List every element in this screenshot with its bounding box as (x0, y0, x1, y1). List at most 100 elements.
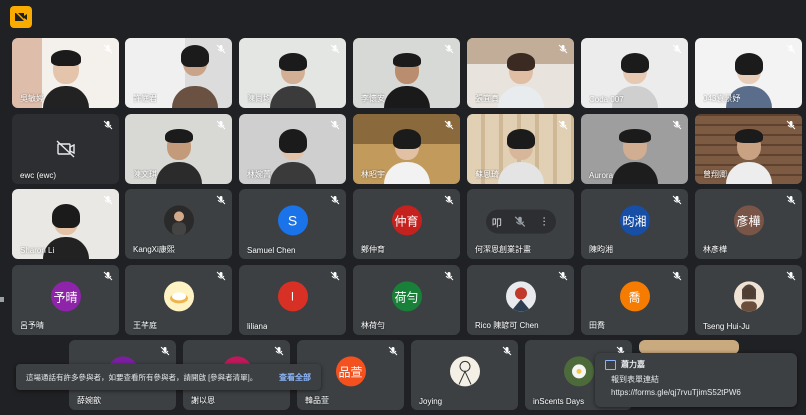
pin-button[interactable]: 叩 (492, 214, 502, 229)
participant-tile[interactable]: Sharon Li (12, 189, 119, 259)
mic-off-icon (786, 195, 796, 205)
participant-tile[interactable]: 仲育 鄭仲育 (353, 189, 460, 259)
avatar: 喬 (619, 281, 650, 312)
participant-video (383, 53, 430, 108)
more-options-button[interactable]: ⋮ (539, 216, 549, 227)
participant-name: Sharon Li (20, 246, 55, 255)
mic-off-icon (444, 44, 454, 54)
participant-tile[interactable]: 許庭君 (125, 38, 232, 108)
participant-video (269, 129, 316, 184)
participant-name: 李懷安 (361, 94, 385, 103)
avatar: 彥樺 (733, 205, 764, 236)
participant-video (497, 129, 544, 184)
participant-name: 呂予晴 (20, 321, 44, 330)
participant-tile[interactable]: Aurora (581, 114, 688, 184)
mic-off-icon (786, 120, 796, 130)
camera-off-icon (56, 140, 75, 158)
mic-off-icon (786, 44, 796, 54)
mute-mic-icon[interactable] (514, 216, 526, 228)
avatar: 仲育 (391, 205, 422, 236)
camera-off-indicator-icon[interactable] (10, 6, 32, 28)
participant-tile[interactable]: 曾翔卿 (695, 114, 802, 184)
participant-video (269, 53, 316, 108)
participant-tile[interactable]: 林昭宇 (353, 114, 460, 184)
participant-tile[interactable]: Coda 007 (581, 38, 688, 108)
participant-name: inScents Days (533, 397, 585, 406)
participant-name: 韓品萱 (305, 396, 329, 405)
participant-tile[interactable]: 李懷安 (353, 38, 460, 108)
mic-off-icon (330, 271, 340, 281)
participant-name: 許庭君 (133, 94, 157, 103)
participant-tile[interactable]: ewc (ewc) (12, 114, 119, 184)
avatar (505, 281, 536, 312)
mic-off-icon (103, 195, 113, 205)
avatar: 品萱 (335, 356, 366, 387)
participant-name: ewc (ewc) (20, 171, 57, 180)
participant-tile[interactable]: 蘇恩琦 (467, 114, 574, 184)
participant-name: 王芊庭 (133, 321, 157, 330)
participant-tile[interactable]: S Samuel Chen (239, 189, 346, 259)
participant-video (725, 129, 772, 184)
avatar: 昀湘 (619, 205, 650, 236)
avatar (163, 205, 194, 236)
participant-tile[interactable]: 張宜真 (467, 38, 574, 108)
participant-name: 蘇恩琦 (475, 170, 499, 179)
mic-off-icon (103, 271, 113, 281)
participant-video (497, 53, 544, 108)
participant-tile[interactable]: 叩 ⋮ 何潔恩創業計畫 (467, 189, 574, 259)
chat-link[interactable]: https://forms.gle/qj7rvuTjimS52tPW6 (611, 388, 787, 397)
avatar-initial: S (287, 212, 298, 229)
avatar-initial: 品萱 (338, 364, 363, 379)
participant-tile[interactable]: KangXi康熙 (125, 189, 232, 259)
participant-name: 043袁景妤 (703, 94, 741, 103)
mic-off-icon (330, 44, 340, 54)
participant-name: 謝以恩 (191, 396, 215, 405)
participant-tile[interactable]: 林婉菁 (239, 114, 346, 184)
participant-name: 林荷勻 (361, 321, 385, 330)
mic-off-icon (330, 120, 340, 130)
avatar-initial: 荷勻 (394, 289, 419, 304)
mic-off-icon (444, 271, 454, 281)
participant-name: Samuel Chen (247, 246, 296, 255)
avatar: 荷勻 (391, 281, 422, 312)
participant-tile[interactable]: 陳尚均 (239, 38, 346, 108)
participant-video (155, 129, 202, 184)
mic-off-icon (388, 346, 398, 356)
participant-tile[interactable]: 予晴 呂予晴 (12, 265, 119, 335)
mic-off-icon (672, 271, 682, 281)
participant-tile[interactable]: 喬 田喬 (581, 265, 688, 335)
mic-off-icon (216, 195, 226, 205)
participant-tile[interactable]: 彥樺 林彥樺 (695, 189, 802, 259)
mic-off-icon (558, 44, 568, 54)
participants-toast: 這場通話有許多參與者，如要查看所有參與者，請開啟 [參與者清單]。 查看全部 (16, 364, 321, 390)
participant-tile[interactable]: l liliana (239, 265, 346, 335)
participant-tile[interactable]: 荷勻 林荷勻 (353, 265, 460, 335)
mic-off-icon (672, 120, 682, 130)
participant-tile[interactable]: 昀湘 陳昀湘 (581, 189, 688, 259)
participant-tile[interactable]: Tseng Hui-Ju (695, 265, 802, 335)
mic-off-icon (444, 120, 454, 130)
participant-tile[interactable]: 王芊庭 (125, 265, 232, 335)
avatar (563, 356, 594, 387)
participant-name: 陳文琪 (133, 170, 157, 179)
view-all-button[interactable]: 查看全部 (279, 372, 311, 383)
mic-off-icon (216, 44, 226, 54)
tile-hover-controls: 叩 ⋮ (485, 209, 556, 234)
participant-tile[interactable]: 043袁景妤 (695, 38, 802, 108)
participant-name: KangXi康熙 (133, 245, 175, 254)
avatar: 予晴 (50, 281, 81, 312)
participant-tile[interactable]: Joying (411, 340, 518, 410)
participant-tile[interactable]: 陳文琪 (125, 114, 232, 184)
participant-name: Aurora (589, 171, 614, 180)
chat-notification[interactable]: 蕭力嘉 報到表單連結 https://forms.gle/qj7rvuTjimS… (595, 353, 797, 407)
participant-tile[interactable]: 吳敏婷 (12, 38, 119, 108)
participant-name: 曾翔卿 (703, 170, 727, 179)
participant-tile[interactable]: Rico 陳諺可 Chen (467, 265, 574, 335)
participant-name: 林昭宇 (361, 170, 385, 179)
mic-off-icon (216, 271, 226, 281)
mic-off-icon (558, 120, 568, 130)
participant-name: 何潔恩創業計畫 (475, 245, 531, 254)
participant-video (172, 45, 218, 108)
participant-tile[interactable] (639, 340, 739, 354)
participant-video (611, 129, 658, 184)
